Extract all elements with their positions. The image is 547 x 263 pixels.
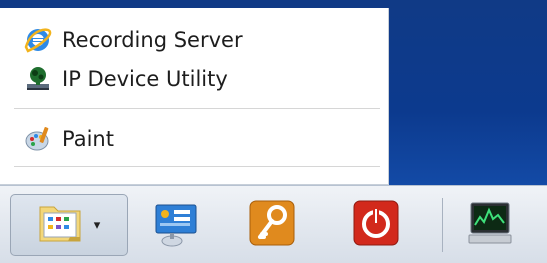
taskbar-divider [442,198,443,252]
taskbar-button-power[interactable] [348,194,404,256]
network-config-icon [150,197,202,253]
internet-explorer-icon [22,24,54,56]
menu-separator [14,108,380,110]
menu-item-label: Recording Server [62,28,243,52]
key-icon [246,197,298,253]
chevron-down-icon[interactable]: ▾ [90,218,104,233]
taskbar-button-monitor[interactable] [462,194,518,256]
paint-icon [22,123,54,155]
menu-item-label: IP Device Utility [62,67,228,91]
taskbar-button-network-config[interactable] [148,194,204,256]
taskbar-button-key[interactable] [244,194,300,256]
menu-separator [14,166,380,168]
menu-item-label: Paint [62,127,114,151]
ip-device-utility-icon [22,63,54,95]
explorer-folder-icon [34,197,86,253]
menu-item-ip-device-utility[interactable]: IP Device Utility [22,63,228,95]
jump-list-menu: Recording Server IP Device Utility Paint [0,8,389,185]
taskbar: ▾ [0,185,547,263]
menu-item-recording-server[interactable]: Recording Server [22,24,243,56]
power-icon [350,197,402,253]
monitor-activity-icon [463,197,517,253]
taskbar-button-explorer[interactable]: ▾ [10,194,128,256]
menu-item-paint[interactable]: Paint [22,123,114,155]
